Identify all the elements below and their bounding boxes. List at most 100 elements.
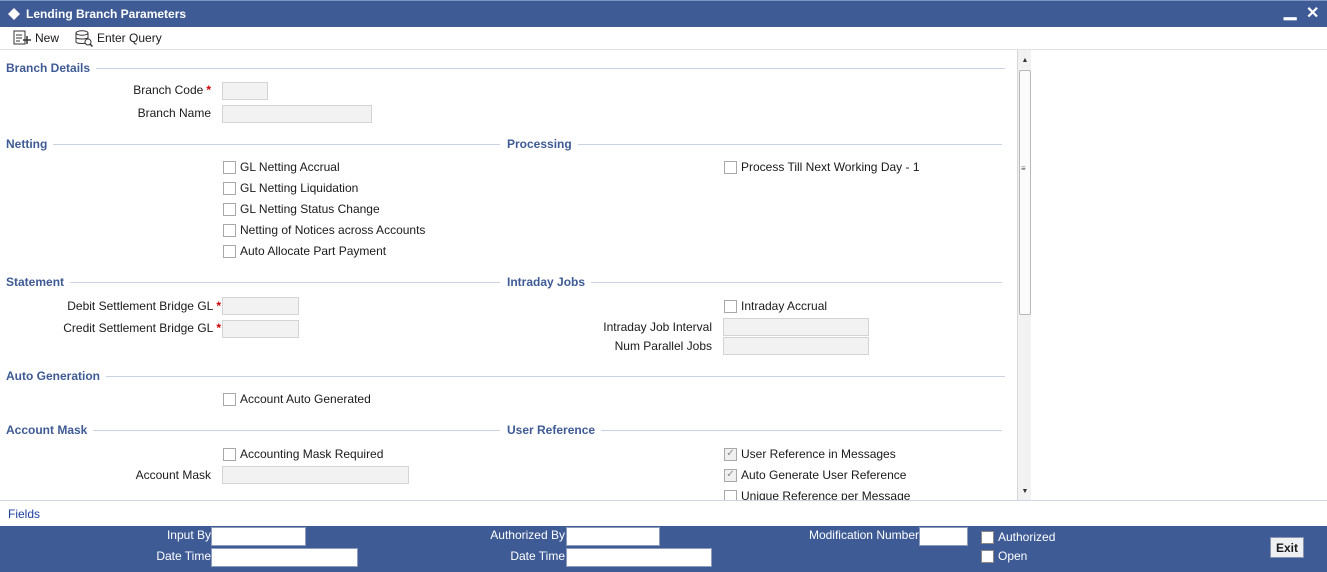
minimize-button[interactable]: ▁ [1284, 1, 1296, 21]
section-intraday-jobs: Intraday Jobs [507, 275, 592, 289]
account-mask-field[interactable] [222, 466, 409, 484]
debit-settlement-bridge-gl-field[interactable] [222, 297, 299, 315]
branch-code-label: Branch Code * [133, 83, 211, 97]
section-rule [6, 144, 500, 145]
window-titlebar: Lending Branch Parameters ▁ ✕ [0, 0, 1327, 27]
vertical-scrollbar[interactable]: ▲ ≡ ▼ [1017, 50, 1031, 500]
auto-allocate-part-payment-label: Auto Allocate Part Payment [240, 244, 387, 258]
gl-netting-liquidation-label: GL Netting Liquidation [240, 181, 359, 195]
user-reference-in-messages-checkbox[interactable]: ✓ User Reference in Messages [724, 447, 896, 461]
audit-bar: Input By Date Time Authorized By Date Ti… [0, 526, 1327, 572]
scroll-down-arrow-icon[interactable]: ▼ [1018, 484, 1032, 498]
auto-generate-user-reference-label: Auto Generate User Reference [741, 468, 907, 482]
intraday-accrual-checkbox[interactable]: Intraday Accrual [724, 299, 827, 313]
authorized-checkbox[interactable]: Authorized [981, 530, 1055, 544]
checkbox-box [724, 299, 737, 313]
modification-number-label: Modification Number [808, 528, 919, 542]
gl-netting-accrual-label: GL Netting Accrual [240, 160, 340, 174]
process-till-next-working-day-checkbox[interactable]: Process Till Next Working Day - 1 [724, 160, 920, 174]
user-reference-in-messages-label: User Reference in Messages [741, 447, 896, 461]
accounting-mask-required-label: Accounting Mask Required [240, 447, 384, 461]
section-account-mask: Account Mask [6, 423, 94, 437]
credit-settlement-bridge-gl-text: Credit Settlement Bridge GL [63, 321, 214, 335]
section-rule [6, 282, 500, 283]
required-marker: * [216, 299, 221, 313]
debit-settlement-bridge-gl-label: Debit Settlement Bridge GL * [67, 299, 221, 313]
new-label: New [35, 31, 60, 45]
scrollbar-thumb[interactable] [1019, 70, 1031, 315]
scrollbar-grip-icon: ≡ [1021, 164, 1026, 173]
diamond-icon [8, 8, 20, 20]
exit-button[interactable]: Exit [1270, 537, 1304, 558]
auth-date-time-label: Date Time [510, 549, 565, 563]
section-netting: Netting [6, 137, 54, 151]
gl-netting-liquidation-checkbox[interactable]: GL Netting Liquidation [223, 181, 358, 195]
enter-query-button[interactable]: Enter Query [75, 29, 162, 47]
authorized-by-label: Authorized By [490, 528, 565, 542]
checkbox-box: ✓ [724, 468, 737, 482]
num-parallel-jobs-field[interactable] [723, 337, 869, 355]
branch-name-field[interactable] [222, 105, 372, 123]
num-parallel-jobs-label: Num Parallel Jobs [614, 339, 712, 353]
account-mask-label: Account Mask [135, 468, 211, 482]
branch-code-label-text: Branch Code [133, 83, 204, 97]
checkbox-box [223, 447, 236, 461]
gl-netting-status-change-label: GL Netting Status Change [240, 202, 380, 216]
close-button[interactable]: ✕ [1306, 3, 1319, 23]
checkbox-box [223, 223, 236, 237]
branch-name-label: Branch Name [137, 106, 211, 120]
section-branch-details: Branch Details [6, 61, 97, 75]
intraday-job-interval-label: Intraday Job Interval [603, 320, 712, 334]
checkbox-box [724, 489, 737, 500]
new-document-icon [13, 30, 31, 45]
credit-settlement-bridge-gl-label: Credit Settlement Bridge GL * [63, 321, 221, 335]
unique-reference-per-message-label: Unique Reference per Message [741, 489, 911, 500]
window-title: Lending Branch Parameters [26, 7, 187, 21]
auth-date-time-field[interactable] [566, 548, 712, 567]
intraday-job-interval-field[interactable] [723, 318, 869, 336]
enter-query-label: Enter Query [97, 31, 162, 45]
section-rule [6, 376, 1005, 377]
auto-generate-user-reference-checkbox[interactable]: ✓ Auto Generate User Reference [724, 468, 906, 482]
checkbox-box [981, 530, 994, 544]
gl-netting-accrual-checkbox[interactable]: GL Netting Accrual [223, 160, 340, 174]
section-statement: Statement [6, 275, 71, 289]
section-user-reference: User Reference [507, 423, 602, 437]
required-marker: * [206, 83, 211, 97]
branch-code-field[interactable] [222, 82, 268, 100]
authorized-by-field[interactable] [566, 527, 660, 546]
checkbox-box [223, 392, 236, 406]
unique-reference-per-message-checkbox[interactable]: Unique Reference per Message [724, 489, 910, 500]
section-rule [6, 68, 1005, 69]
checkbox-box [223, 202, 236, 216]
input-by-field[interactable] [211, 527, 306, 546]
intraday-accrual-label: Intraday Accrual [741, 299, 828, 313]
checkbox-box [223, 244, 236, 258]
input-by-label: Input By [166, 528, 211, 542]
open-checkbox[interactable]: Open [981, 549, 1027, 563]
account-auto-generated-label: Account Auto Generated [240, 392, 371, 406]
credit-settlement-bridge-gl-field[interactable] [222, 320, 299, 338]
scroll-up-arrow-icon[interactable]: ▲ [1018, 53, 1032, 67]
new-button[interactable]: New [13, 29, 59, 47]
account-auto-generated-checkbox[interactable]: Account Auto Generated [223, 392, 371, 406]
process-till-next-working-day-label: Process Till Next Working Day - 1 [741, 160, 920, 174]
checkbox-box: ✓ [724, 447, 737, 461]
checkbox-box [724, 160, 737, 174]
enter-query-icon [75, 29, 93, 47]
checkbox-box [981, 549, 994, 563]
form-body: Branch Details Branch Code * Branch Name … [0, 50, 1017, 500]
accounting-mask-required-checkbox[interactable]: Accounting Mask Required [223, 447, 383, 461]
input-date-time-field[interactable] [211, 548, 358, 567]
toolbar: New Enter Query [0, 27, 1327, 50]
gl-netting-status-change-checkbox[interactable]: GL Netting Status Change [223, 202, 380, 216]
section-rule [507, 144, 1002, 145]
section-processing: Processing [507, 137, 578, 151]
fields-link[interactable]: Fields [8, 507, 40, 521]
netting-of-notices-checkbox[interactable]: Netting of Notices across Accounts [223, 223, 425, 237]
modification-number-field[interactable] [919, 527, 968, 546]
input-date-time-label: Date Time [156, 549, 211, 563]
authorized-label: Authorized [998, 530, 1056, 544]
fields-bar: Fields [0, 500, 1327, 526]
auto-allocate-part-payment-checkbox[interactable]: Auto Allocate Part Payment [223, 244, 386, 258]
